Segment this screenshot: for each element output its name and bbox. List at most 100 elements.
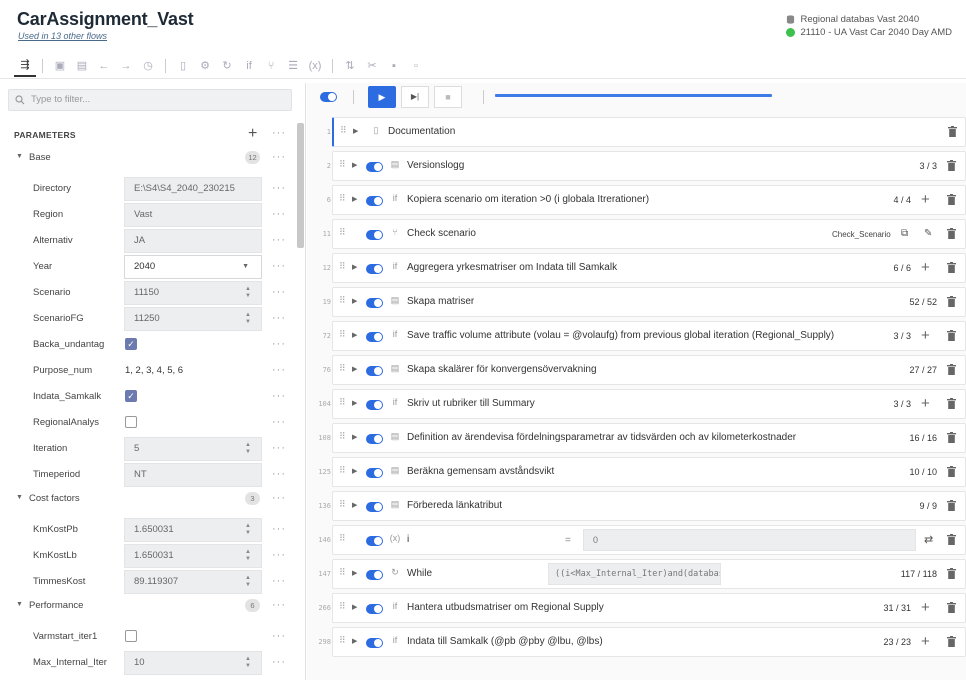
- add-icon[interactable]: +: [921, 259, 930, 276]
- step-card[interactable]: ⠿ ▶ if Kopiera scenario om iteration >0 (i …: [332, 185, 966, 215]
- flow-step[interactable]: 108 ⠿ ▶ ▤ Definition av ärendevisa fördelnin…: [307, 421, 966, 455]
- drag-handle-icon[interactable]: ⠿: [339, 397, 346, 408]
- parameter-field[interactable]: 1.650031 ▲ ▼: [124, 544, 262, 568]
- stepper-icon[interactable]: ▲ ▼: [245, 656, 251, 670]
- parameters-more-icon[interactable]: ···: [272, 127, 286, 139]
- more-icon[interactable]: ···: [272, 260, 286, 272]
- flow-step[interactable]: 12 ⠿ ▶ if Aggregera yrkesmatriser om Indata …: [307, 251, 966, 285]
- if-icon[interactable]: if: [238, 55, 260, 77]
- drag-handle-icon[interactable]: ⠿: [339, 329, 346, 340]
- filter-input[interactable]: Type to filter...: [8, 89, 292, 111]
- add-icon[interactable]: +: [921, 327, 930, 344]
- chevron-right-icon[interactable]: ▶: [352, 637, 357, 645]
- trash-icon[interactable]: [947, 602, 956, 613]
- play-button[interactable]: ▶: [368, 86, 396, 108]
- flow-step[interactable]: 2 ⠿ ▶ ▤ Versionslogg 3 / 3: [307, 149, 966, 183]
- more-icon[interactable]: ···: [272, 656, 286, 668]
- trash-icon[interactable]: [947, 534, 956, 545]
- more-icon[interactable]: ···: [272, 416, 286, 428]
- trash-icon[interactable]: [947, 330, 956, 341]
- step-card[interactable]: ⠿ ▶ ▤ Förbereda länkatribut 9 / 9: [332, 491, 966, 521]
- more-icon[interactable]: ···: [272, 182, 286, 194]
- parameter-field[interactable]: 11150 ▲ ▼: [124, 281, 262, 305]
- stepper-icon[interactable]: ▲ ▼: [245, 523, 251, 537]
- step-card[interactable]: ⠿ ▶ if Hantera utbudsmatriser om Regional S…: [332, 593, 966, 623]
- more-icon[interactable]: ···: [272, 234, 286, 246]
- step-card[interactable]: ⠿ (x) i = 0 ⇄: [332, 525, 966, 555]
- parameter-field[interactable]: 1.650031 ▲ ▼: [124, 518, 262, 542]
- stepper-icon[interactable]: ▲ ▼: [245, 312, 251, 326]
- chevron-down-icon[interactable]: ▼: [16, 494, 23, 501]
- stop-button[interactable]: ■: [434, 86, 462, 108]
- step-card[interactable]: ⠿ ▶ ▤ Skapa matriser 52 / 52: [332, 287, 966, 317]
- more-icon[interactable]: ···: [272, 468, 286, 480]
- step-toggle[interactable]: [366, 298, 383, 308]
- chevron-right-icon[interactable]: ▶: [352, 569, 357, 577]
- save-as-icon[interactable]: ▤: [71, 55, 93, 77]
- parameter-checkbox[interactable]: [125, 416, 137, 428]
- scenario-info[interactable]: 21110 - UA Vast Car 2040 Day AMD: [786, 26, 952, 39]
- more-icon[interactable]: ···: [272, 151, 286, 163]
- more-icon[interactable]: ···: [272, 442, 286, 454]
- more-icon[interactable]: ···: [272, 630, 286, 642]
- chevron-right-icon[interactable]: ▶: [352, 263, 357, 271]
- parameter-group[interactable]: ▼ Performance 6 ···: [0, 597, 300, 617]
- trash-icon[interactable]: [947, 636, 956, 647]
- step-card[interactable]: ⠿ ▶ ▤ Beräkna gemensam avståndsvikt 10 / 10: [332, 457, 966, 487]
- more-icon[interactable]: ···: [272, 492, 286, 504]
- drag-handle-icon[interactable]: ⠿: [339, 227, 346, 238]
- step-toggle[interactable]: [366, 536, 383, 546]
- flow-step[interactable]: 76 ⠿ ▶ ▤ Skapa skalärer för konvergensöverva…: [307, 353, 966, 387]
- trash-icon[interactable]: [947, 432, 956, 443]
- more-icon[interactable]: ···: [272, 599, 286, 611]
- drag-handle-icon[interactable]: ⠿: [339, 193, 346, 204]
- step-toggle[interactable]: [366, 196, 383, 206]
- step-toggle[interactable]: [366, 604, 383, 614]
- cut-icon[interactable]: ✂: [361, 55, 383, 77]
- flow-step[interactable]: 72 ⠿ ▶ if Save traffic volume attribute (vol…: [307, 319, 966, 353]
- drag-handle-icon[interactable]: ⠿: [339, 601, 346, 612]
- step-card[interactable]: ⠿ ▶ ▤ Definition av ärendevisa fördelningsp…: [332, 423, 966, 453]
- stepper-icon[interactable]: ▲ ▼: [245, 549, 251, 563]
- flow-step[interactable]: 146 ⠿ (x) i = 0 ⇄: [307, 523, 966, 557]
- sort-icon[interactable]: ⇅: [339, 55, 361, 77]
- step-toggle[interactable]: [366, 366, 383, 376]
- trash-icon[interactable]: [947, 194, 956, 205]
- tool-icon[interactable]: ⚙: [194, 55, 216, 77]
- flow-step[interactable]: 11 ⠿ ⑂ Check scenario Check_Scenario ⧉ ✎: [307, 217, 966, 251]
- edit-icon[interactable]: ✎: [924, 228, 932, 239]
- drag-handle-icon[interactable]: ⠿: [339, 499, 346, 510]
- drag-handle-icon[interactable]: ⠿: [339, 261, 346, 272]
- undo-arrow-icon[interactable]: ←: [93, 55, 115, 77]
- parameter-value[interactable]: 1, 2, 3, 4, 5, 6: [125, 365, 183, 376]
- step-toggle[interactable]: [366, 264, 383, 274]
- trash-icon[interactable]: [947, 568, 956, 579]
- stepper-icon[interactable]: ▲ ▼: [245, 442, 251, 456]
- more-icon[interactable]: ···: [272, 364, 286, 376]
- step-toggle[interactable]: [366, 230, 383, 240]
- drag-handle-icon[interactable]: ⠿: [340, 125, 347, 136]
- expression-field[interactable]: 0: [583, 529, 916, 551]
- parameter-group[interactable]: ▼ Cost factors 3 ···: [0, 490, 300, 510]
- flow-step[interactable]: 104 ⠿ ▶ if Skriv ut rubriker till Summary 3 /…: [307, 387, 966, 421]
- more-icon[interactable]: ···: [272, 312, 286, 324]
- more-icon[interactable]: ···: [272, 286, 286, 298]
- chevron-right-icon[interactable]: ▶: [352, 399, 357, 407]
- parameter-field[interactable]: 2040 ▼: [124, 255, 262, 279]
- parameter-field[interactable]: 11250 ▲ ▼: [124, 307, 262, 331]
- parameter-field[interactable]: 10 ▲ ▼: [124, 651, 262, 675]
- parameter-checkbox[interactable]: [125, 630, 137, 642]
- database-info[interactable]: Regional databas Vast 2040: [786, 13, 952, 26]
- step-card[interactable]: ⠿ ⑂ Check scenario Check_Scenario ⧉ ✎: [332, 219, 966, 249]
- step-card[interactable]: ⠿ ▶ ▤ Versionslogg 3 / 3: [332, 151, 966, 181]
- stepper-icon[interactable]: ▲ ▼: [245, 286, 251, 300]
- drag-handle-icon[interactable]: ⠿: [339, 363, 346, 374]
- step-toggle[interactable]: [366, 468, 383, 478]
- tree-view-icon[interactable]: ⇶: [14, 55, 36, 77]
- step-card[interactable]: ⠿ ▶ if Save traffic volume attribute (volau…: [332, 321, 966, 351]
- step-button[interactable]: ▶|: [401, 86, 429, 108]
- condition-field[interactable]: ((i<Max_Internal_Iter)and(database.msRel…: [548, 563, 721, 585]
- flow-step[interactable]: 1 ⠿ ▶ ▯ Documentation: [307, 115, 966, 149]
- step-card[interactable]: ⠿ ▶ ▤ Skapa skalärer för konvergensövervakn…: [332, 355, 966, 385]
- chevron-right-icon[interactable]: ▶: [352, 331, 357, 339]
